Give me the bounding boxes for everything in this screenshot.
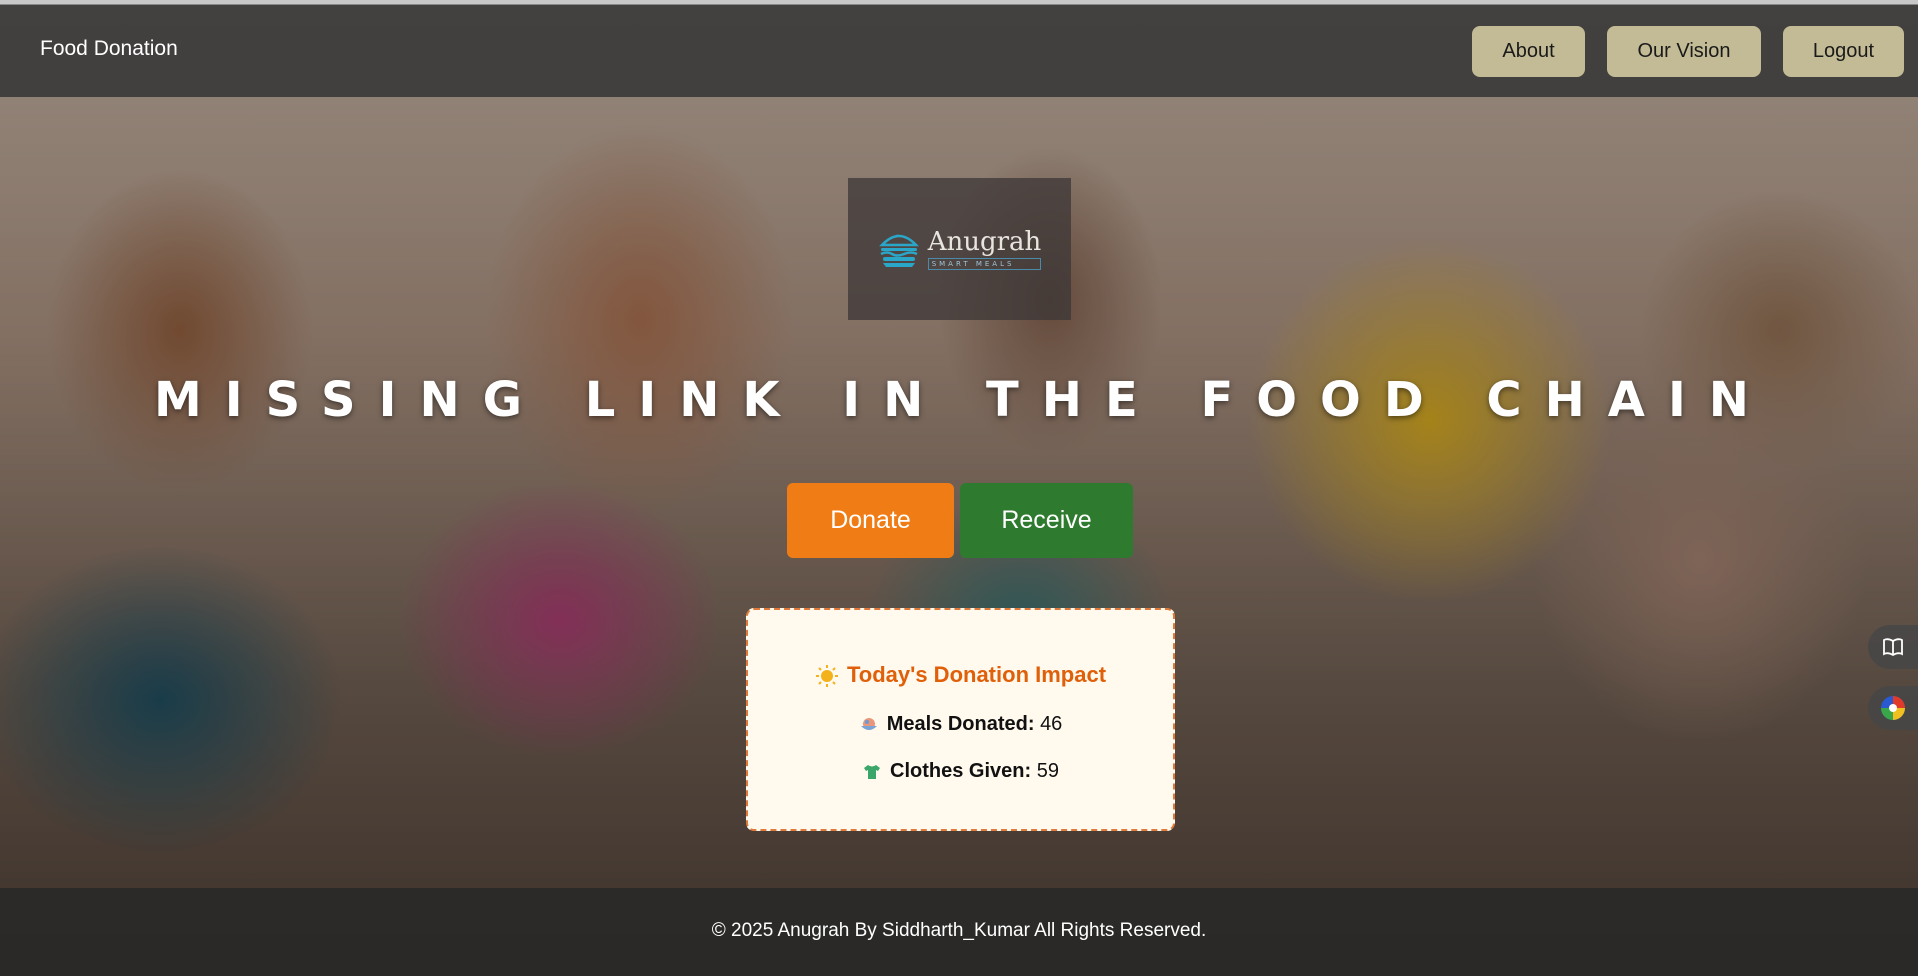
impact-title: Today's Donation Impact: [846, 662, 1107, 687]
clothes-given-row: Clothes Given: 59: [748, 760, 1173, 783]
brand-title[interactable]: Food Donation: [40, 37, 178, 61]
burger-logo-icon: [878, 234, 919, 267]
meals-label: Meals Donated:: [886, 713, 1035, 735]
tshirt-icon: [864, 764, 881, 779]
logo-text: Anugrah SMART MEALS: [927, 226, 1042, 270]
receive-button[interactable]: Receive: [960, 483, 1133, 558]
color-picker-widget[interactable]: [1868, 686, 1918, 730]
footer: © 2025 Anugrah By Siddharth_Kumar All Ri…: [0, 888, 1918, 976]
book-icon: [1883, 638, 1903, 657]
meals-value: 46: [1040, 713, 1063, 735]
about-button[interactable]: About: [1472, 26, 1585, 77]
logo-name: Anugrah: [927, 226, 1042, 257]
meals-donated-row: Meals Donated: 46: [748, 713, 1173, 736]
logo-tagline: SMART MEALS: [927, 257, 1042, 270]
our-vision-button[interactable]: Our Vision: [1607, 26, 1761, 77]
logout-button[interactable]: Logout: [1783, 26, 1904, 77]
clothes-value: 59: [1036, 760, 1059, 782]
sun-icon: [815, 665, 838, 688]
impact-title-row: Today's Donation Impact: [748, 662, 1173, 688]
logo-inner: Anugrah SMART MEALS: [878, 229, 1042, 270]
donation-impact-card: Today's Donation Impact Meals Donated: 4…: [746, 608, 1175, 831]
copyright-text: © 2025 Anugrah By Siddharth_Kumar All Ri…: [711, 920, 1207, 941]
navbar: Food Donation About Our Vision Logout: [0, 5, 1918, 97]
donate-button[interactable]: Donate: [787, 483, 954, 558]
hero-headline: MISSING LINK IN THE FOOD CHAIN: [154, 372, 1772, 428]
palette-icon: [1881, 696, 1905, 720]
logo: Anugrah SMART MEALS: [848, 178, 1071, 320]
reader-widget[interactable]: [1868, 625, 1918, 669]
food-bowl-icon: [860, 717, 877, 730]
clothes-label: Clothes Given:: [890, 760, 1032, 782]
